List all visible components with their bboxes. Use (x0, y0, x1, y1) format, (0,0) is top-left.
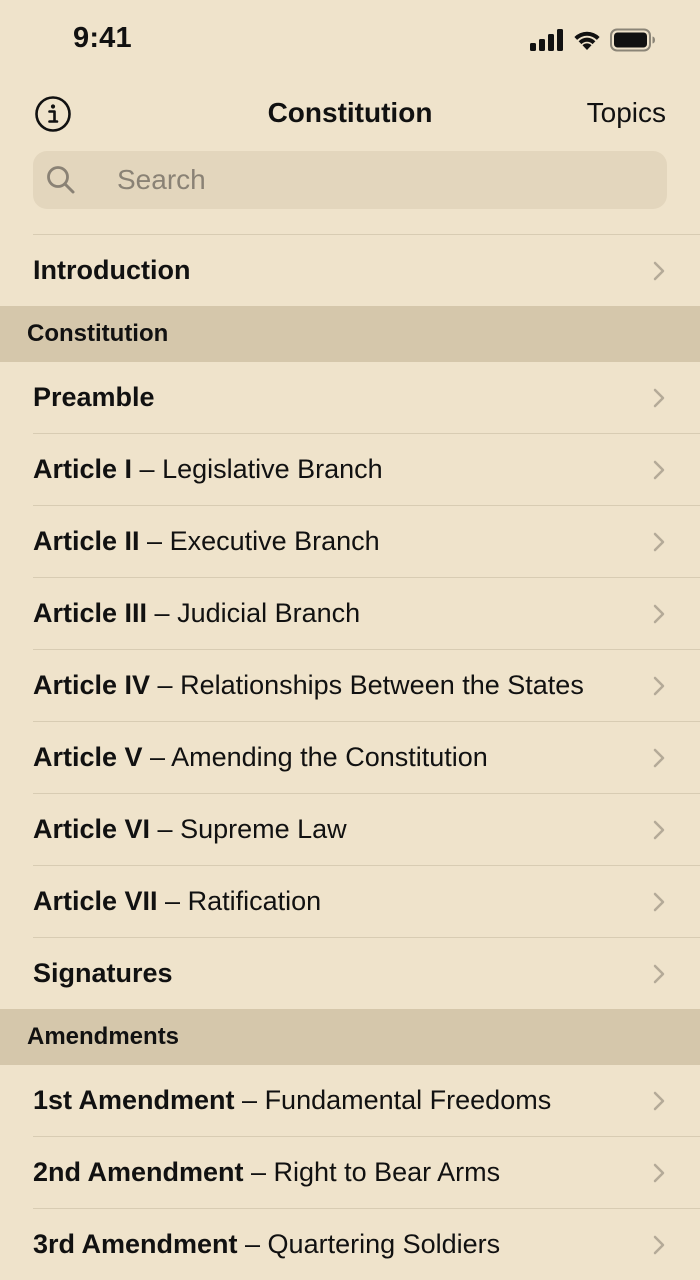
status-bar: 9:41 (0, 0, 700, 80)
chevron-right-icon (653, 460, 665, 480)
list-item-article-iii[interactable]: Article III – Judicial Branch (33, 578, 700, 650)
section-header-amendments: Amendments (0, 1009, 700, 1065)
list-item-article-vi[interactable]: Article VI – Supreme Law (33, 794, 700, 866)
list-item-label: Article I – Legislative Branch (33, 434, 383, 505)
list-item-title: Article VI (33, 814, 151, 844)
search-icon (47, 166, 75, 194)
list-item-article-v[interactable]: Article V – Amending the Constitution (33, 722, 700, 794)
contents-list: Introduction Constitution Preamble Articl… (0, 234, 700, 1280)
list-item-label: 2nd Amendment – Right to Bear Arms (33, 1137, 500, 1208)
list-item-label: Article IV – Relationships Between the S… (33, 650, 584, 721)
section-title: Constitution (27, 320, 169, 347)
navigation-bar: Constitution Topics (0, 80, 700, 146)
list-item-label: Article II – Executive Branch (33, 506, 380, 577)
topics-button[interactable]: Topics (587, 97, 666, 129)
list-item-subtitle: – Relationships Between the States (150, 670, 584, 700)
list-item-title: Preamble (33, 382, 155, 412)
list-item-preamble[interactable]: Preamble (33, 362, 700, 434)
chevron-right-icon (653, 748, 665, 768)
list-item-title: Article III (33, 598, 148, 628)
list-item-subtitle: – Fundamental Freedoms (234, 1085, 552, 1115)
chevron-right-icon (653, 820, 665, 840)
list-item-label: Article VII – Ratification (33, 866, 321, 937)
list-item-introduction[interactable]: Introduction (33, 235, 700, 306)
list-item-title: Article I (33, 454, 133, 484)
list-item-subtitle: – Executive Branch (139, 526, 380, 556)
list-item-label: 1st Amendment – Fundamental Freedoms (33, 1065, 551, 1136)
list-item-title: 2nd Amendment (33, 1157, 244, 1187)
list-item-label: Article III – Judicial Branch (33, 578, 360, 649)
list-item-label: 3rd Amendment – Quartering Soldiers (33, 1209, 500, 1280)
list-item-subtitle: – Ratification (157, 886, 322, 916)
chevron-right-icon (653, 892, 665, 912)
search-bar[interactable] (33, 151, 667, 209)
list-item-title: Article VII (33, 886, 158, 916)
list-item-3rd-amendment[interactable]: 3rd Amendment – Quartering Soldiers (33, 1209, 700, 1280)
list-item-article-ii[interactable]: Article II – Executive Branch (33, 506, 700, 578)
list-item-title: 3rd Amendment (33, 1229, 238, 1259)
chevron-right-icon (653, 388, 665, 408)
list-item-label: Preamble (33, 362, 155, 433)
status-time: 9:41 (73, 22, 132, 54)
list-item-subtitle: – Amending the Constitution (142, 742, 488, 772)
section-title: Amendments (27, 1023, 180, 1050)
list-item-label: Introduction (33, 255, 191, 285)
list-item-article-vii[interactable]: Article VII – Ratification (33, 866, 700, 938)
list-item-subtitle: – Supreme Law (150, 814, 347, 844)
list-item-title: 1st Amendment (33, 1085, 235, 1115)
chevron-right-icon (653, 261, 665, 281)
list-item-title: Article II (33, 526, 140, 556)
list-item-subtitle: – Right to Bear Arms (243, 1157, 501, 1187)
chevron-right-icon (653, 964, 665, 984)
list-item-subtitle: – Quartering Soldiers (237, 1229, 501, 1259)
list-item-label: Article VI – Supreme Law (33, 794, 347, 865)
amendments-list: 1st Amendment – Fundamental Freedoms 2nd … (0, 1065, 700, 1280)
chevron-right-icon (653, 676, 665, 696)
list-item-label: Article V – Amending the Constitution (33, 722, 488, 793)
chevron-right-icon (653, 604, 665, 624)
cellular-signal-icon (530, 29, 563, 51)
chevron-right-icon (653, 1235, 665, 1255)
battery-icon (610, 28, 655, 52)
section-header-constitution: Constitution (0, 306, 700, 362)
list-item-title: Article V (33, 742, 143, 772)
list-item-subtitle: – Legislative Branch (132, 454, 383, 484)
search-input[interactable] (117, 151, 657, 209)
list-item-title: Signatures (33, 958, 173, 988)
list-item-2nd-amendment[interactable]: 2nd Amendment – Right to Bear Arms (33, 1137, 700, 1209)
status-icons (530, 27, 656, 53)
constitution-list: Preamble Article I – Legislative Branch Ar… (0, 362, 700, 1009)
list-item-1st-amendment[interactable]: 1st Amendment – Fundamental Freedoms (33, 1065, 700, 1137)
chevron-right-icon (653, 1091, 665, 1111)
list-item-subtitle: – Judicial Branch (147, 598, 361, 628)
list-item-title: Article IV (33, 670, 151, 700)
chevron-right-icon (653, 1163, 665, 1183)
list-item-article-i[interactable]: Article I – Legislative Branch (33, 434, 700, 506)
list-item-signatures[interactable]: Signatures (33, 938, 700, 1009)
list-item-label: Signatures (33, 938, 173, 1009)
wifi-icon (574, 31, 600, 50)
chevron-right-icon (653, 532, 665, 552)
list-item-article-iv[interactable]: Article IV – Relationships Between the S… (33, 650, 700, 722)
